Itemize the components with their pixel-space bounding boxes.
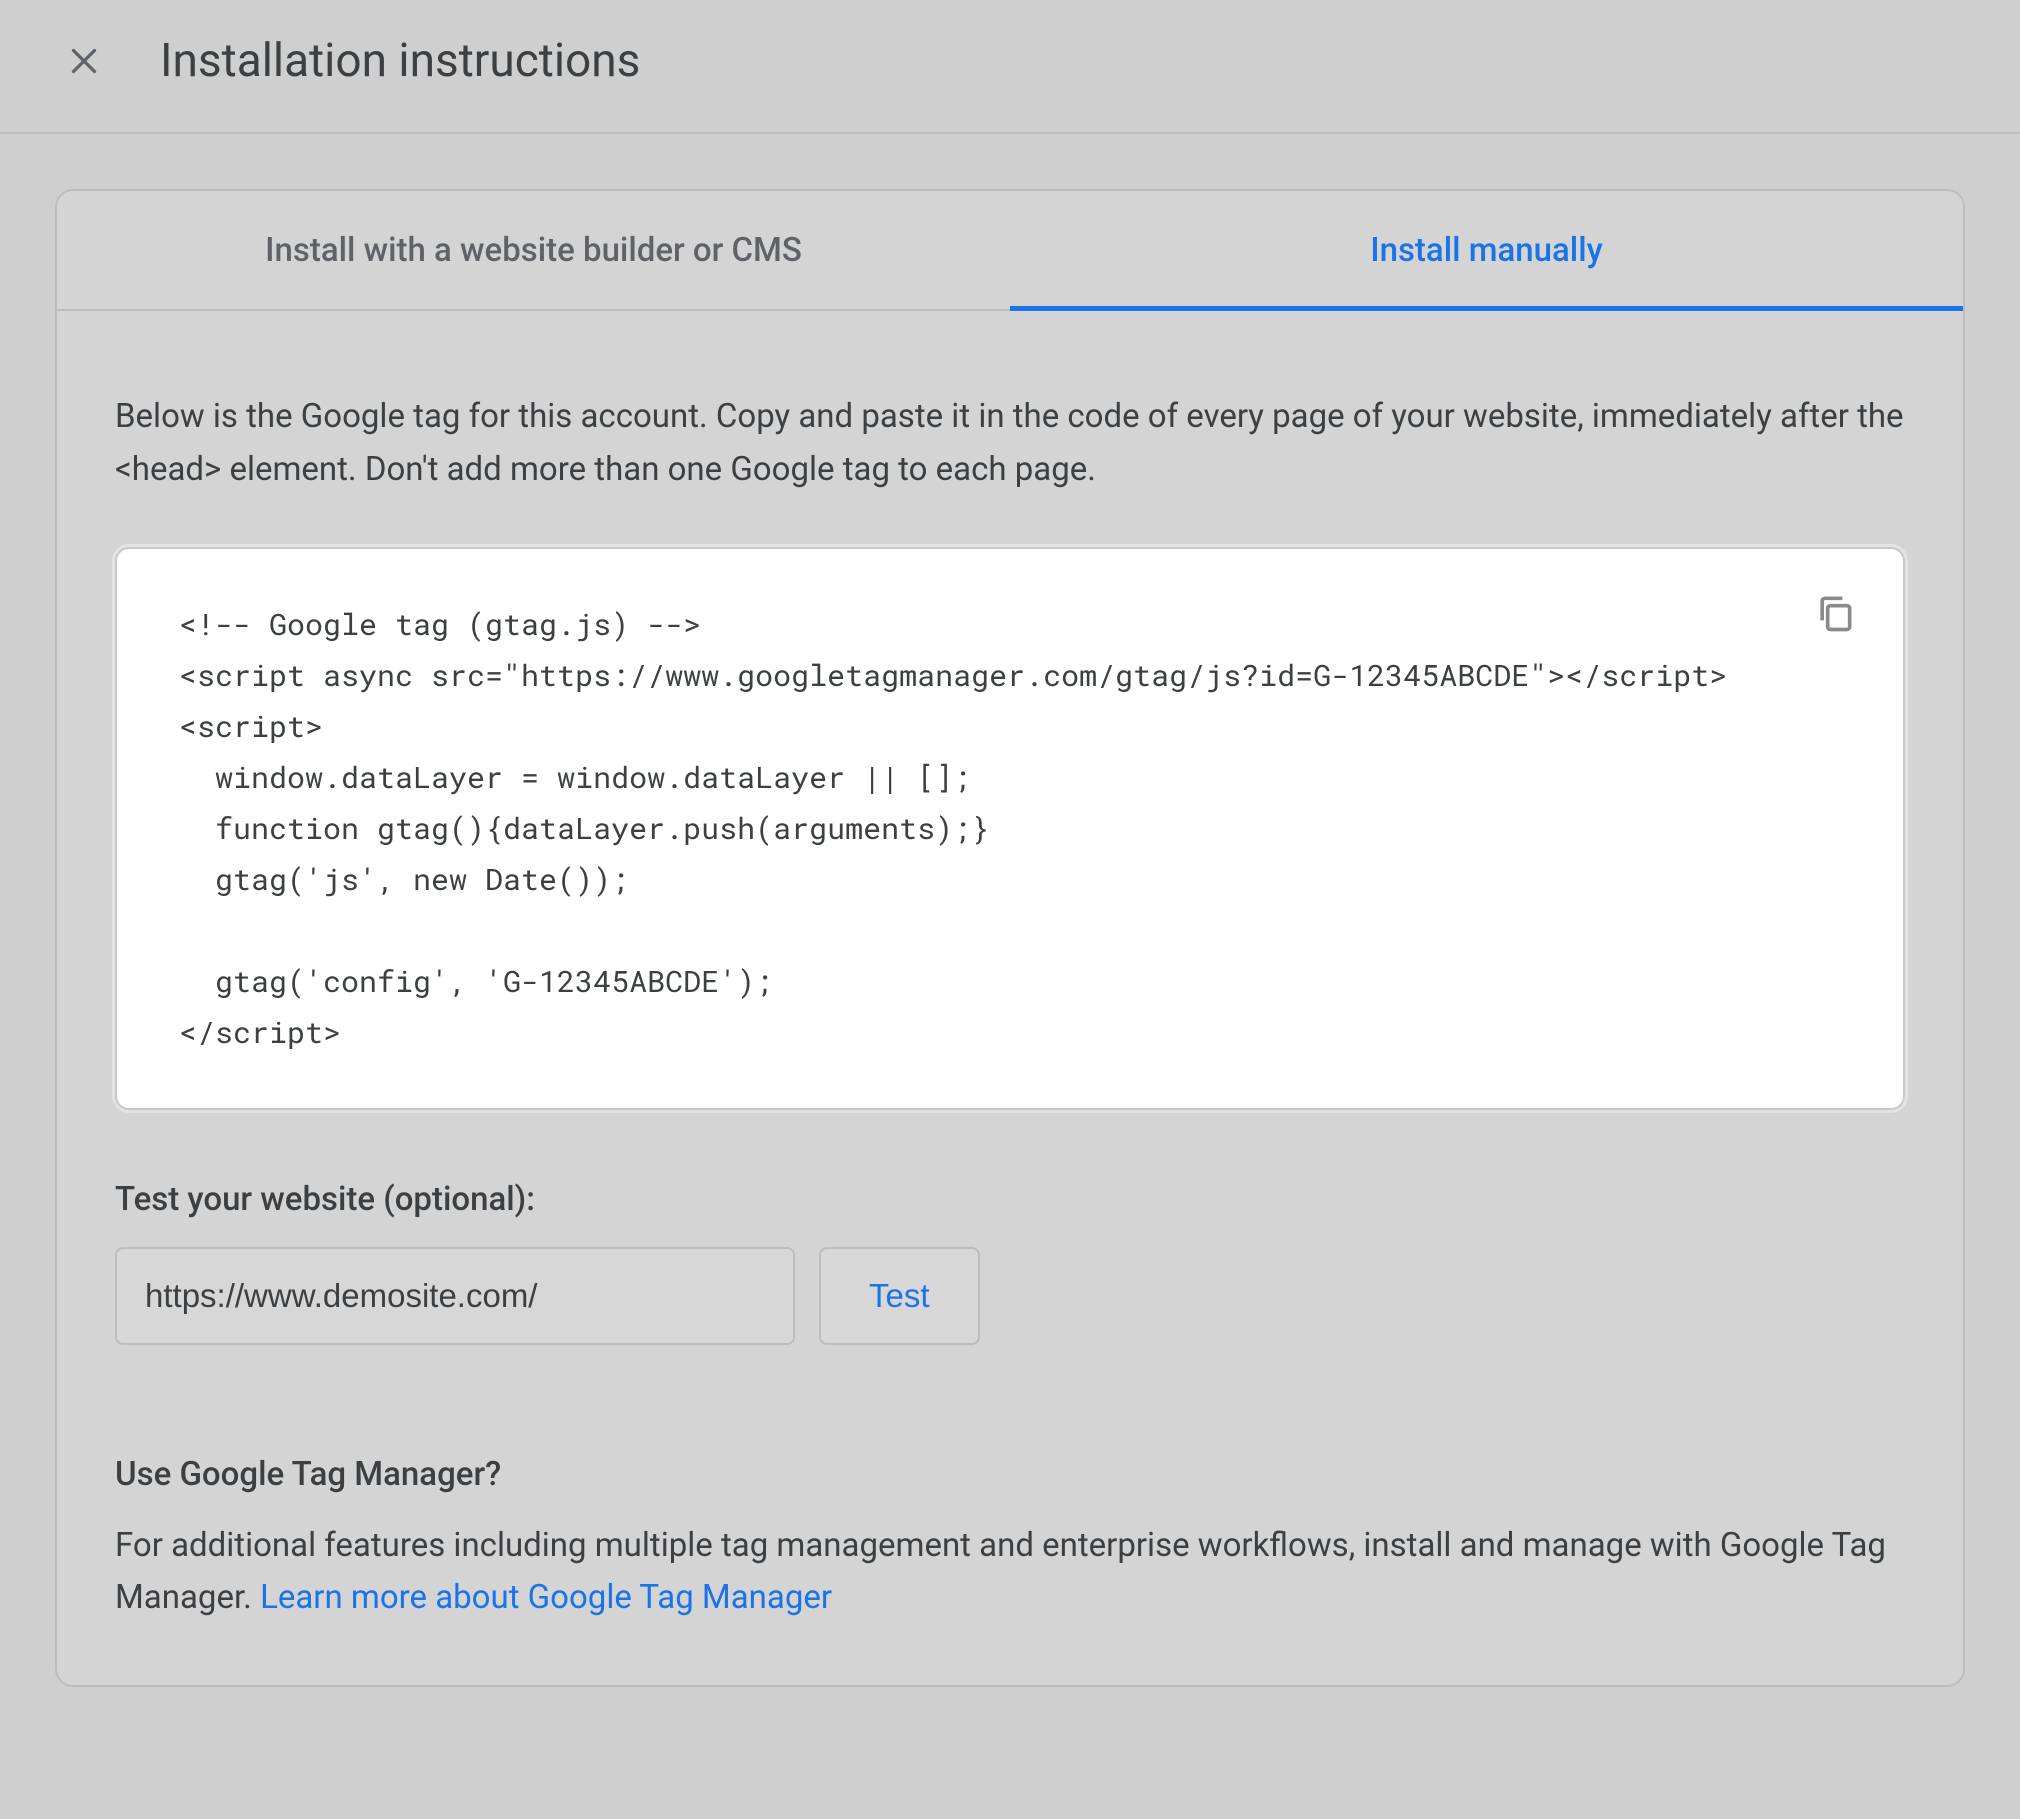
tab-install-manually[interactable]: Install manually	[1010, 191, 1963, 309]
tab-content: Below is the Google tag for this account…	[57, 311, 1963, 1685]
test-section-label: Test your website (optional):	[115, 1180, 1905, 1219]
install-description: Below is the Google tag for this account…	[115, 391, 1905, 497]
dialog-header: Installation instructions	[0, 0, 2020, 134]
code-block: <!-- Google tag (gtag.js) --> <script as…	[115, 547, 1905, 1110]
copy-icon[interactable]	[1809, 587, 1861, 639]
test-button[interactable]: Test	[819, 1247, 980, 1345]
tab-label: Install manually	[1370, 231, 1603, 270]
page-title: Installation instructions	[160, 34, 640, 88]
close-icon[interactable]	[60, 37, 108, 85]
test-row: Test	[115, 1247, 1905, 1345]
code-snippet[interactable]: <!-- Google tag (gtag.js) --> <script as…	[179, 599, 1841, 1058]
tabs-row: Install with a website builder or CMS In…	[57, 191, 1963, 311]
gtm-learn-more-link[interactable]: Learn more about Google Tag Manager	[260, 1578, 832, 1617]
gtm-text: For additional features including multip…	[115, 1520, 1905, 1626]
tab-website-builder[interactable]: Install with a website builder or CMS	[57, 191, 1010, 309]
gtm-heading: Use Google Tag Manager?	[115, 1455, 1905, 1494]
tab-label: Install with a website builder or CMS	[265, 231, 802, 270]
website-url-input[interactable]	[115, 1247, 795, 1345]
instructions-card: Install with a website builder or CMS In…	[55, 189, 1965, 1687]
